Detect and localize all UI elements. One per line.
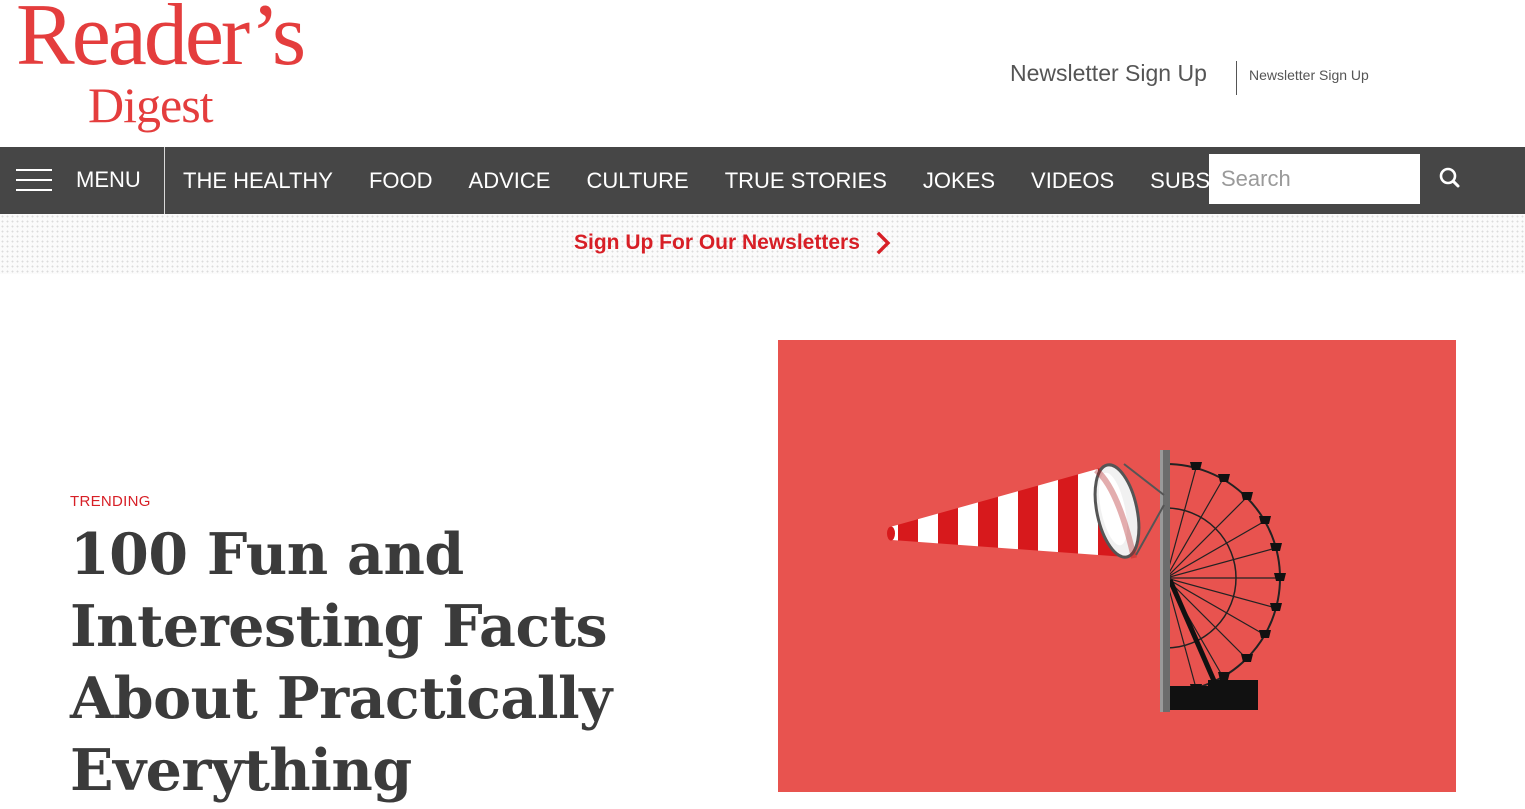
newsletter-banner: Sign Up For Our Newsletters (0, 214, 1525, 274)
newsletter-signup-link[interactable]: Newsletter Sign Up (1010, 60, 1207, 87)
nav-links: THE HEALTHY FOOD ADVICE CULTURE TRUE STO… (165, 147, 1295, 214)
menu-label: MENU (76, 167, 141, 192)
nav-link-culture[interactable]: CULTURE (568, 168, 706, 194)
newsletter-signup-link-small[interactable]: Newsletter Sign Up (1249, 67, 1369, 83)
hero-image[interactable] (778, 340, 1456, 792)
header-divider (1236, 61, 1237, 95)
hamburger-icon (16, 169, 52, 191)
logo-wordmark-line2: Digest (88, 77, 214, 133)
nav-link-videos[interactable]: VIDEOS (1013, 168, 1132, 194)
site-logo[interactable]: Reader’s Digest (14, 0, 384, 142)
search-button[interactable] (1436, 164, 1464, 192)
main-nav: MENU THE HEALTHY FOOD ADVICE CULTURE TRU… (0, 147, 1525, 214)
article-headline[interactable]: 100 Fun and Interesting Facts About Prac… (70, 519, 690, 807)
logo-wordmark-line1: Reader’s (16, 0, 306, 84)
nav-link-food[interactable]: FOOD (351, 168, 451, 194)
newsletter-banner-text: Sign Up For Our Newsletters (574, 231, 860, 254)
site-header: Reader’s Digest Newsletter Sign Up Newsl… (0, 0, 1525, 147)
nav-link-true-stories[interactable]: TRUE STORIES (707, 168, 905, 194)
nav-link-the-healthy[interactable]: THE HEALTHY (165, 168, 351, 194)
category-tag[interactable]: TRENDING (70, 493, 151, 510)
nav-link-jokes[interactable]: JOKES (905, 168, 1013, 194)
search-input[interactable] (1209, 154, 1420, 204)
newsletter-banner-link[interactable]: Sign Up For Our Newsletters (574, 231, 892, 255)
menu-button[interactable]: MENU (0, 147, 164, 214)
search-icon (1439, 167, 1460, 188)
windsock-ferris-wheel-illustration (887, 450, 1286, 712)
chevron-right-icon (876, 231, 891, 255)
nav-link-advice[interactable]: ADVICE (451, 168, 569, 194)
